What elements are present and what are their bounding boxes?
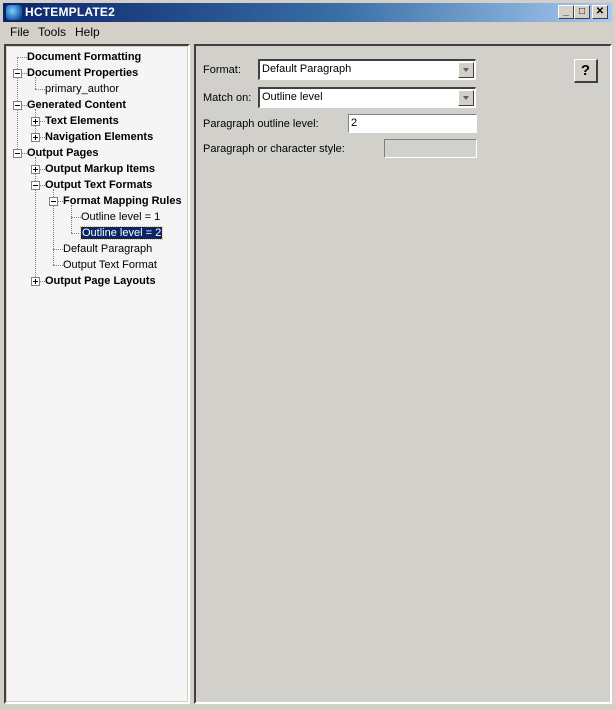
- expand-icon[interactable]: [31, 277, 40, 286]
- expand-icon[interactable]: [31, 133, 40, 142]
- tree-item[interactable]: primary_author: [45, 81, 119, 97]
- tree-item[interactable]: Output Page Layouts: [45, 273, 156, 289]
- outline-level-input[interactable]: 2: [348, 114, 477, 133]
- tree-item-label: Text Elements: [45, 115, 119, 127]
- help-button[interactable]: ?: [574, 59, 598, 83]
- tree-item[interactable]: Outline level = 1: [81, 209, 160, 225]
- collapse-icon[interactable]: [13, 101, 22, 110]
- tree-item-label: Navigation Elements: [45, 131, 154, 143]
- tree-item-label: Output Text Format: [63, 259, 157, 271]
- tree-connector: [17, 57, 27, 58]
- expand-icon[interactable]: [31, 165, 40, 174]
- tree-item-label: Document Formatting: [27, 51, 142, 63]
- outline-level-value: 2: [351, 117, 358, 129]
- maximize-button[interactable]: □: [574, 5, 590, 19]
- tree-item-label: Format Mapping Rules: [63, 195, 182, 207]
- tree-item-label: Output Markup Items: [45, 163, 156, 175]
- menu-tools[interactable]: Tools: [38, 25, 66, 39]
- match-on-label: Match on:: [203, 92, 252, 104]
- expand-icon[interactable]: [31, 117, 40, 126]
- match-on-select-value: Outline level: [262, 91, 323, 103]
- app-globe-icon: [6, 5, 22, 20]
- tree-item-label: Output Text Formats: [45, 179, 153, 191]
- chevron-down-icon[interactable]: [458, 62, 474, 78]
- tree-item-label: Output Pages: [27, 147, 99, 159]
- tree-connector: [71, 205, 72, 233]
- tree-item-label: primary_author: [45, 83, 119, 95]
- menu-file[interactable]: File: [10, 25, 29, 39]
- tree-item[interactable]: Navigation Elements: [45, 129, 153, 145]
- tree-item[interactable]: Output Text Format: [63, 257, 157, 273]
- tree-item[interactable]: Output Markup Items: [45, 161, 155, 177]
- tree-item[interactable]: Output Text Formats: [45, 177, 152, 193]
- tree-item[interactable]: Generated Content: [27, 97, 126, 113]
- tree-content: Document Formatting Document Properties pr…: [6, 46, 188, 702]
- match-on-select[interactable]: Outline level: [258, 87, 476, 108]
- tree-item[interactable]: Document Properties: [27, 65, 138, 81]
- tree-item[interactable]: Document Formatting: [27, 49, 141, 65]
- navigation-tree[interactable]: Document Formatting Document Properties pr…: [4, 44, 190, 704]
- format-label: Format:: [203, 64, 241, 76]
- style-label: Paragraph or character style:: [203, 143, 345, 155]
- tree-item[interactable]: Text Elements: [45, 113, 119, 129]
- tree-item-label: Outline level = 1: [81, 211, 161, 223]
- collapse-icon[interactable]: [13, 149, 22, 158]
- tree-item-label: Default Paragraph: [63, 243, 153, 255]
- title-bar[interactable]: HCTEMPLATE2 _ □ ✕: [3, 3, 612, 22]
- window-title: HCTEMPLATE2: [25, 5, 115, 19]
- tree-item[interactable]: Default Paragraph: [63, 241, 152, 257]
- tree-connector: [71, 233, 81, 234]
- tree-item-label: Outline level = 2: [79, 226, 164, 240]
- tree-connector: [35, 89, 45, 90]
- collapse-icon[interactable]: [13, 69, 22, 78]
- style-input: [384, 139, 477, 158]
- tree-connector: [53, 249, 63, 250]
- tree-item-label: Generated Content: [27, 99, 127, 111]
- tree-item[interactable]: Outline level = 2: [79, 225, 164, 241]
- collapse-icon[interactable]: [31, 181, 40, 190]
- minimize-button[interactable]: _: [558, 5, 574, 19]
- close-button[interactable]: ✕: [592, 5, 608, 19]
- outline-level-label: Paragraph outline level:: [203, 118, 319, 130]
- menu-bar: File Tools Help: [3, 22, 612, 41]
- menu-help[interactable]: Help: [75, 25, 100, 39]
- tree-item[interactable]: Output Pages: [27, 145, 99, 161]
- collapse-icon[interactable]: [49, 197, 58, 206]
- chevron-down-icon[interactable]: [458, 90, 474, 106]
- format-select[interactable]: Default Paragraph: [258, 59, 476, 80]
- tree-item-label: Document Properties: [27, 67, 139, 79]
- format-select-value: Default Paragraph: [262, 63, 352, 75]
- tree-connector: [53, 265, 63, 266]
- tree-item[interactable]: Format Mapping Rules: [63, 193, 182, 209]
- tree-item-label: Output Page Layouts: [45, 275, 156, 287]
- tree-connector: [35, 157, 36, 281]
- tree-connector: [71, 217, 81, 218]
- app-window: HCTEMPLATE2 _ □ ✕ File Tools Help Docume…: [0, 0, 615, 710]
